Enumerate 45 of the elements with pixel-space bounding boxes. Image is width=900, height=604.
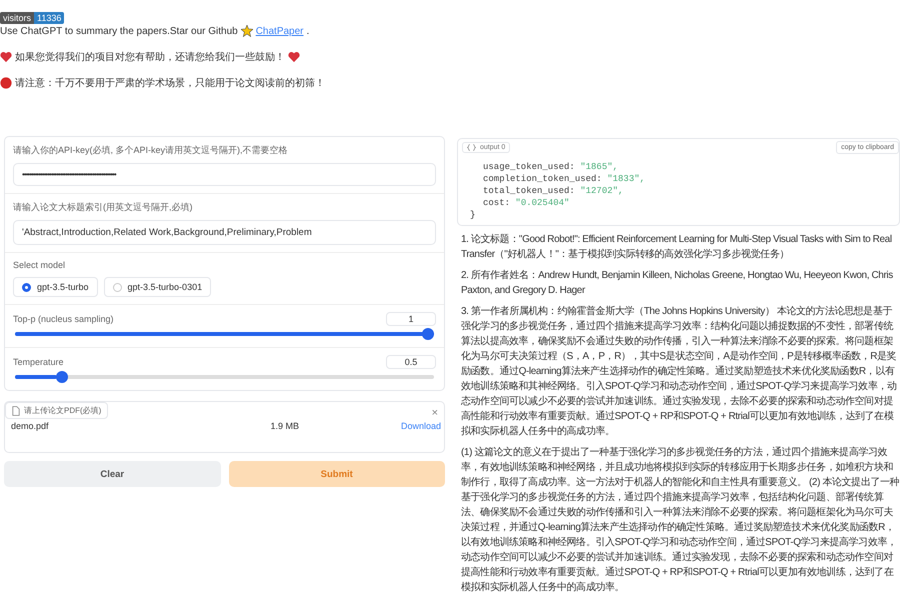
close-button[interactable]: × [426,405,444,421]
option-label: gpt-3.5-turbo [37,282,89,292]
file-size: 1.9 MB [270,421,299,431]
star-icon [240,25,253,37]
model-option[interactable]: gpt-3.5-turbo-0301 [104,277,212,297]
json-line: cost: "0.025404" [482,197,570,209]
section-titles-field[interactable]: 'Abstract,Introduction,Related Work,Background,Preliminary,Problem [13,220,436,245]
badge-label: visitors [0,12,34,24]
field-label: 请输入你的API-key(必填, 多个API-key请用英文逗号隔开),不需要空格 [13,144,289,157]
warning-dot-icon [0,77,12,89]
note-text: 请注意：千万不要用于严肃的学术场景，只能用于论文阅读前的初筛！ [15,76,325,90]
field-label: Select model [13,260,66,270]
note-text: 如果您觉得我们的项目对您有帮助，还请您给我们一些鼓励！ [15,50,285,64]
github-link[interactable]: ChatPaper [256,26,304,36]
summary-paragraph: 3. 第一作者所属机构：约翰霍普金斯大学（The Johns Hopkins University） 本论文的方法论思想是基于强化学习的多步视觉任务，通过四个措施来提高学习效率：结构化问题以捕捉数据的不变性，部署传统算法以提高效率，确保奖励不会通过失败的动作传播，引入一种算法来消除不必要的探索。将问题框架化为马尔可夫决策过程（S，A，P，R），其中S是状态空间，A是动作空间，P是转移概率函数，R是奖励函数。通过Q-learning算法来产生选择动作的确定性策略。通过奖励塑造技术来优化奖励函数R，以有效地训练策略和其神经网络。引入SPOT-Q学习和动态动作空间，通过SPOT-Q学习来提高学习效率，动态动作空间可以减少不必要的尝试并加速训练。通过实验发现，去除不必要的探索和动态动作空间对提高性能和行动效率有重要贡献。通过SPOT-Q + RP和SPOT-Q + Rtrial可以更加有效地训练，达到了在模拟和实际机器人任务中的高成功率。 [461,304,898,439]
api-key-field[interactable]: •••••••••••••••••••••••••••••••••••••••••••••••••••• [13,163,436,186]
file-name: demo.pdf [11,421,49,431]
heart-icon [0,51,12,63]
option-label: gpt-3.5-turbo-0301 [128,282,202,292]
slider[interactable] [15,371,434,383]
upload-label: 请上传论文PDF(必填) [5,402,108,419]
slider-thumb[interactable] [422,328,434,340]
number-field[interactable]: 1 [386,312,436,326]
clear-button[interactable]: Clear [4,461,220,487]
code-braces-icon [467,144,476,151]
period-text: . [306,26,310,36]
summary-paragraph: 1. 论文标题："Good Robot!": Efficient Reinforcement Learning for Multi-Step Visual Tasks with Sim to Real Transfer（"好机器人！"：基于模拟到实际转移的高效强化学习多步视觉任务） [461,232,893,262]
radio-icon[interactable] [22,282,31,292]
slider-label: Top-p (nucleus sampling) [13,314,114,324]
slider-label: Temperature [13,357,64,367]
json-line: completion_token_used: "1833", [482,173,646,185]
slider-thumb[interactable] [56,371,68,383]
summary-paragraph: (1) 这篇论文的意义在于提出了一种基于强化学习的多步视觉任务的方法，通过四个措施来提高学习效率，有效地训练策略和神经网络，并且成功地将模拟到实际的转移应用于长期多步任务，如堆积方块和制作行，取得了高成功率。这一方法对于机器人的智能化和自主性具有重要意义。 (2) 本论文提出了一种基于强化学习的多步视觉任务的方法，通过四个措施来提高学习效率，包括结构化问题、部署传统算法、确保奖励不会通过失败的动作传播和引入一种算法来消除不必要的探索。将问题框架化为马尔可夫决策过程，并通过Q-learning算法来产生选择动作的确定性策略。通过奖励塑造技术来优化奖励函数R，以有效地训练策略和神经网络。引入SPOT-Q学习和动态动作空间，通过SPOT-Q学习来提高学习效率，动态动作空间可以减少不必要的尝试并加速训练。通过实验发现，去除不必要的探索和动态动作空间对提高性能和行动效率有重要贡献。通过SPOT-Q + RP和SPOT-Q + Rtrial可以更加有效地训练，达到了在模拟和实际机器人任务中的高成功率。 [461,446,900,595]
number-field[interactable]: 0.5 [386,355,436,369]
download-link[interactable]: Download [400,421,441,431]
json-line: total_token_used: "12702", [482,185,624,197]
model-option[interactable]: gpt-3.5-turbo [13,277,98,297]
field-label: 请输入论文大标题索引(用英文逗号隔开,必填) [13,201,194,214]
summary-paragraph: 2. 所有作者姓名：Andrew Hundt, Benjamin Killeen, Nicholas Greene, Hongtao Wu, Heeyeon Kwon, Chris Paxton, and Gregory D. Hager [461,268,894,298]
intro-text: Use ChatGPT to summary the papers.Star our Github [0,26,238,36]
file-icon [12,406,20,416]
slider[interactable] [15,328,434,340]
badge-count: 11336 [34,12,64,24]
json-line: usage_token_used: "1865", [482,161,620,173]
closing-brace: } [469,209,476,221]
